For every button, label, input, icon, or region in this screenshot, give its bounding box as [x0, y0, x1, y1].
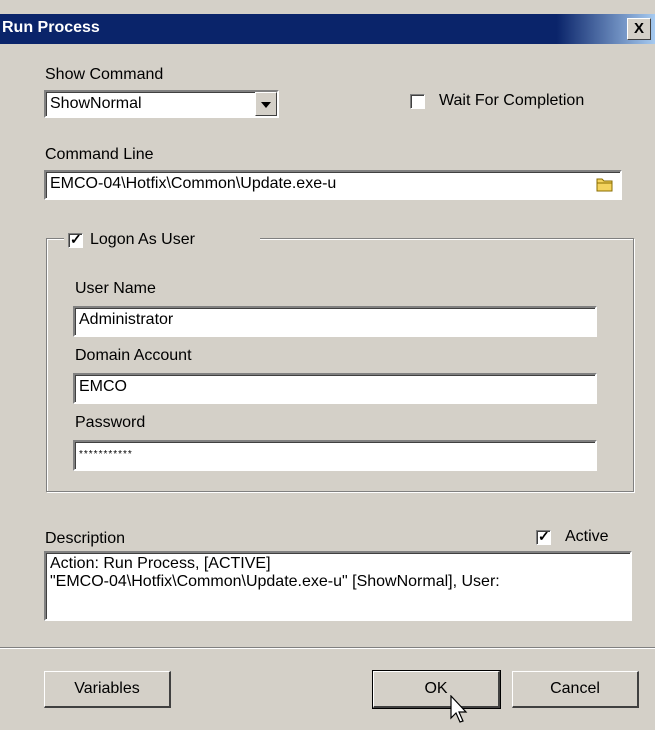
title-bar[interactable]: Run Process X [0, 14, 655, 44]
window-title: Run Process [2, 19, 100, 36]
command-line-label: Command Line [45, 146, 154, 163]
logon-as-user-checkbox[interactable]: ✓ [68, 231, 83, 248]
active-checkbox[interactable]: ✓ [536, 528, 551, 545]
close-button[interactable]: X [627, 18, 651, 40]
check-icon: ✓ [70, 231, 82, 247]
password-input[interactable]: *********** [73, 440, 597, 471]
active-label: Active [565, 528, 609, 545]
check-icon: ✓ [538, 528, 550, 544]
user-name-input[interactable]: Administrator [73, 306, 597, 337]
wait-for-completion-label: Wait For Completion [439, 92, 585, 109]
chevron-down-icon [261, 102, 271, 108]
separator [0, 647, 655, 649]
run-process-dialog: Run Process X Show Command ShowNormal Wa… [0, 0, 655, 727]
domain-account-label: Domain Account [75, 347, 192, 364]
password-label: Password [75, 414, 146, 431]
ok-button[interactable]: OK [372, 670, 501, 709]
show-command-label: Show Command [45, 66, 164, 83]
description-line-1: Action: Run Process, [ACTIVE] [50, 555, 271, 572]
dropdown-button[interactable] [255, 92, 277, 116]
folder-icon[interactable] [596, 176, 614, 197]
description-label: Description [45, 530, 126, 547]
description-textarea[interactable]: Action: Run Process, [ACTIVE] "EMCO-04\H… [44, 551, 632, 621]
cancel-button[interactable]: Cancel [512, 671, 639, 708]
show-command-select[interactable]: ShowNormal [44, 90, 279, 118]
variables-button[interactable]: Variables [44, 671, 171, 708]
logon-group-caption: ✓ Logon As User [64, 228, 260, 250]
command-line-value: EMCO-04\Hotfix\Common\Update.exe-u [50, 175, 337, 192]
command-line-input[interactable]: EMCO-04\Hotfix\Common\Update.exe-u [44, 170, 622, 200]
logon-as-user-label: Logon As User [90, 231, 195, 248]
domain-account-value: EMCO [79, 378, 127, 395]
wait-for-completion-checkbox[interactable] [410, 94, 425, 109]
domain-account-input[interactable]: EMCO [73, 373, 597, 404]
mouse-cursor-icon [450, 694, 470, 730]
user-name-label: User Name [75, 280, 156, 297]
show-command-value: ShowNormal [50, 95, 142, 112]
password-value: *********** [79, 449, 133, 460]
user-name-value: Administrator [79, 311, 174, 328]
description-line-2: "EMCO-04\Hotfix\Common\Update.exe-u" [Sh… [50, 573, 500, 590]
